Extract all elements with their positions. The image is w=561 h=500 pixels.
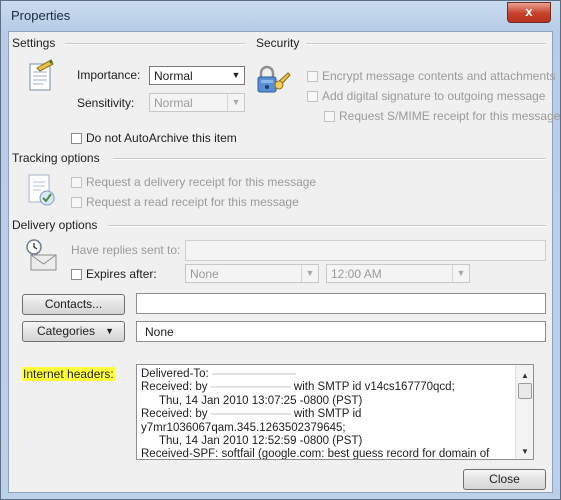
autoarchive-label: Do not AutoArchive this item <box>86 131 237 145</box>
importance-label: Importance: <box>77 68 141 82</box>
sensitivity-value: Normal <box>154 96 193 110</box>
security-divider <box>306 43 546 45</box>
dialog-body: Settings Importance: Normal ▼ Sensitivit… <box>8 31 560 493</box>
importance-value: Normal <box>154 69 193 83</box>
categories-button-label: Categories <box>37 324 96 338</box>
header-line: y7mr1036067qam.345.1263502379645; <box>141 422 346 434</box>
header-line: Received-SPF: softfail (google.com: best… <box>141 448 490 460</box>
window-close-button[interactable]: x <box>507 2 551 23</box>
categories-value: None <box>145 325 174 339</box>
chevron-down-icon: ▼ <box>301 265 318 282</box>
chevron-down-icon: ▼ <box>231 70 241 80</box>
sensitivity-label: Sensitivity: <box>77 96 135 110</box>
contacts-button[interactable]: Contacts... <box>22 294 125 315</box>
internet-headers-label: Internet headers: <box>22 367 115 381</box>
chevron-down-icon: ▼ <box>452 265 469 282</box>
smime-label: Request S/MIME receipt for this message <box>339 109 561 123</box>
importance-icon <box>27 58 55 95</box>
expires-label: Expires after: <box>86 267 157 281</box>
internet-headers-text[interactable]: Delivered-To: Received: by with SMTP id … <box>136 364 534 460</box>
smime-checkbox[interactable] <box>324 111 335 122</box>
chevron-down-icon: ▼ <box>227 94 244 111</box>
chevron-down-icon: ▼ <box>105 326 114 336</box>
expires-checkbox[interactable] <box>71 269 82 280</box>
delivery-receipt-icon <box>27 173 57 210</box>
settings-divider <box>65 43 245 45</box>
delivery-receipt-label: Request a delivery receipt for this mess… <box>86 175 317 189</box>
read-receipt-label: Request a read receipt for this message <box>86 195 299 209</box>
delivery-receipt-checkbox[interactable] <box>71 177 82 188</box>
digital-signature-checkbox[interactable] <box>307 91 318 102</box>
headers-scrollbar[interactable]: ▲ ▼ <box>515 365 533 459</box>
delivery-section-label: Delivery options <box>12 218 98 232</box>
expires-time-value: 12:00 AM <box>331 267 382 281</box>
header-line: Delivered-To: <box>141 368 296 381</box>
encrypt-label: Encrypt message contents and attachments <box>322 69 556 83</box>
expires-date-value: None <box>190 267 219 281</box>
expires-time-select[interactable]: 12:00 AM ▼ <box>326 264 470 283</box>
importance-select[interactable]: Normal ▼ <box>149 66 245 85</box>
tracking-section-label: Tracking options <box>12 151 100 165</box>
scroll-up-icon[interactable]: ▲ <box>521 369 529 382</box>
replies-to-field[interactable] <box>185 240 546 261</box>
sensitivity-select[interactable]: Normal ▼ <box>149 93 245 112</box>
autoarchive-checkbox[interactable] <box>71 133 82 144</box>
header-line: Thu, 14 Jan 2010 12:52:59 -0800 (PST) <box>159 435 363 447</box>
title-bar: Properties x <box>1 1 560 31</box>
header-line: Thu, 14 Jan 2010 13:07:25 -0800 (PST) <box>159 395 363 407</box>
header-line: Received: by with SMTP id <box>141 408 362 420</box>
read-receipt-checkbox[interactable] <box>71 197 82 208</box>
window-title: Properties <box>11 8 71 23</box>
categories-field[interactable]: None <box>136 321 546 342</box>
categories-button[interactable]: Categories ▼ <box>22 321 125 342</box>
expires-date-select[interactable]: None ▼ <box>185 264 319 283</box>
digital-signature-label: Add digital signature to outgoing messag… <box>322 89 546 103</box>
tracking-divider <box>113 158 546 160</box>
header-line: Received: by with SMTP id v14cs167770qcd… <box>141 381 455 393</box>
replies-label: Have replies sent to: <box>71 243 181 257</box>
envelope-clock-icon <box>25 238 59 275</box>
lock-icon <box>257 65 291 98</box>
contacts-field[interactable] <box>136 293 546 314</box>
security-section-label: Security <box>256 36 300 50</box>
close-button[interactable]: Close <box>463 469 546 490</box>
delivery-divider <box>108 225 546 227</box>
scroll-down-icon[interactable]: ▼ <box>521 445 529 458</box>
scroll-thumb[interactable] <box>518 383 532 399</box>
properties-window: Properties x Settings Importance: Normal… <box>0 0 561 500</box>
settings-section-label: Settings <box>12 36 56 50</box>
encrypt-checkbox[interactable] <box>307 71 318 82</box>
